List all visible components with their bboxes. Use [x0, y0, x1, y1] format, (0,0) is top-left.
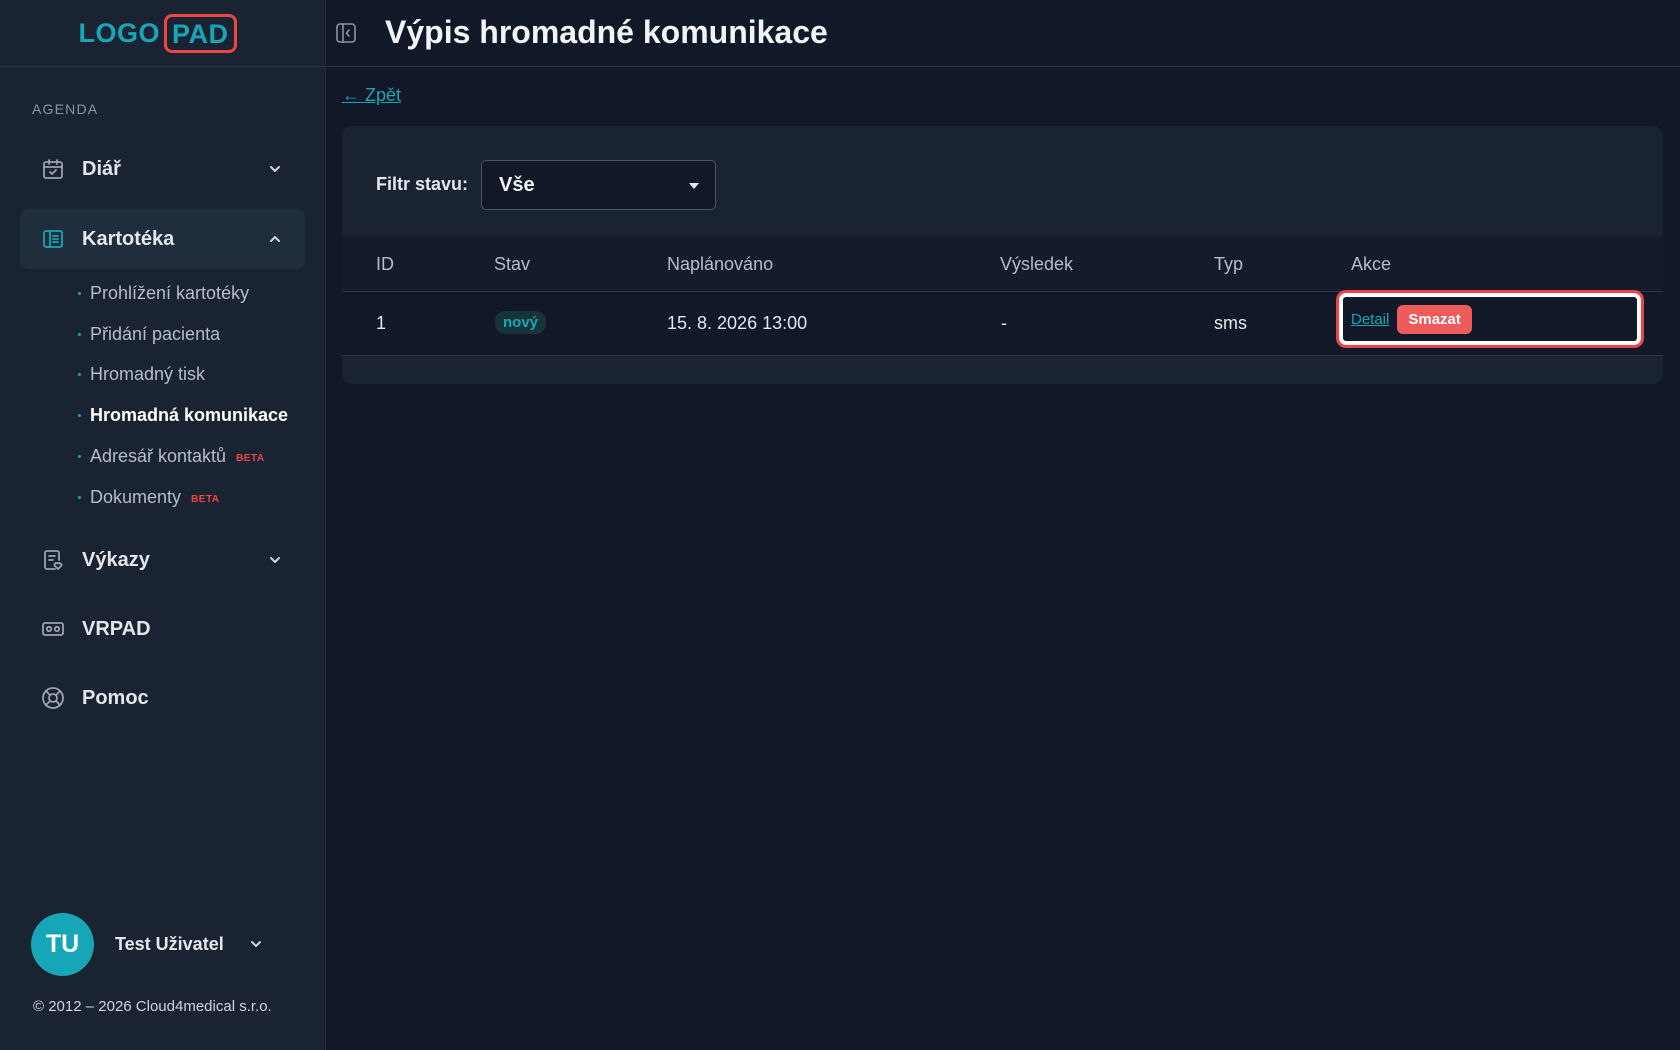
copyright: © 2012 – 2026 Cloud4medical s.r.o. — [33, 998, 272, 1015]
vr-headset-icon — [40, 616, 66, 642]
bullet-icon — [78, 332, 81, 336]
detail-link[interactable]: Detail — [1351, 311, 1389, 328]
sidebar-subitem-adresar[interactable]: Adresář kontaktů BETA — [78, 442, 265, 470]
sidebar-item-vrpad[interactable]: VRPAD — [20, 599, 305, 659]
row-actions: Detail Smazat — [1339, 293, 1641, 345]
sidebar-subitem-pridani[interactable]: Přidání pacienta — [78, 320, 220, 348]
sidebar-item-label: Výkazy — [82, 548, 150, 571]
cell-result: - — [1001, 313, 1007, 333]
bullet-icon — [78, 495, 81, 499]
bullet-icon — [78, 372, 81, 376]
cell-type: sms — [1214, 313, 1247, 333]
filter-label: Filtr stavu: — [376, 174, 469, 194]
beta-badge: BETA — [191, 493, 220, 505]
user-menu[interactable]: TU Test Uživatel — [31, 912, 286, 976]
logo-text-logo: LOGO — [78, 17, 160, 48]
sidebar-item-label: Pomoc — [82, 686, 149, 709]
sidebar-item-label: VRPAD — [82, 617, 151, 640]
cell-id: 1 — [376, 313, 387, 333]
topbar: Výpis hromadné komunikace — [327, 0, 1680, 67]
column-header-type: Typ — [1214, 254, 1244, 274]
avatar: TU — [31, 912, 94, 976]
chevron-down-icon — [267, 161, 283, 177]
status-filter-value: Vše — [499, 173, 535, 196]
back-link[interactable]: ← Zpět — [342, 85, 401, 106]
chevron-up-icon — [267, 231, 283, 247]
column-header-actions: Akce — [1351, 254, 1392, 274]
column-header-status: Stav — [494, 254, 531, 274]
column-header-id: ID — [376, 254, 394, 274]
communication-card: Filtr stavu: Vše ID Stav Naplánováno Výs… — [342, 126, 1663, 384]
status-badge: nový — [495, 311, 547, 334]
sidebar-subitem-tisk[interactable]: Hromadný tisk — [78, 360, 205, 388]
section-label-agenda: AGENDA — [32, 101, 99, 117]
book-icon — [40, 226, 66, 252]
sidebar-item-diar[interactable]: Diář — [20, 139, 305, 199]
chevron-down-icon — [248, 936, 264, 952]
sidebar-subitem-label: Dokumenty — [90, 486, 182, 507]
calendar-check-icon — [40, 156, 66, 182]
page-title: Výpis hromadné komunikace — [385, 14, 828, 50]
logo-bar: LOGO PAD — [0, 0, 325, 67]
sidebar-item-pomoc[interactable]: Pomoc — [20, 668, 305, 728]
chevron-down-icon — [267, 552, 283, 568]
sidebar-subitem-label: Adresář kontaktů — [90, 445, 227, 466]
cell-scheduled: 15. 8. 2026 13:00 — [667, 313, 808, 333]
bullet-icon — [78, 454, 81, 458]
sidebar-item-label: Kartotéka — [82, 227, 175, 250]
sidebar-item-vykazy[interactable]: Výkazy — [20, 530, 305, 590]
sidebar-subitem-label: Hromadný tisk — [90, 363, 206, 384]
report-icon — [40, 547, 66, 573]
sidebar-item-label: Diář — [82, 157, 121, 180]
status-filter-select[interactable]: Vše — [481, 160, 716, 210]
filter-row: Filtr stavu: Vše — [342, 126, 1663, 236]
sidebar-item-kartoteka[interactable]: Kartotéka — [20, 209, 305, 269]
sidebar-subitem-komunikace[interactable]: Hromadná komunikace — [78, 401, 288, 429]
delete-button[interactable]: Smazat — [1397, 304, 1472, 334]
lifebuoy-icon — [40, 685, 66, 711]
beta-badge: BETA — [236, 452, 265, 464]
sidebar-subitem-label: Prohlížení kartotéky — [90, 282, 250, 303]
sidebar-subitem-label: Hromadná komunikace — [90, 404, 289, 425]
column-header-scheduled: Naplánováno — [667, 254, 774, 274]
table-footer — [342, 356, 1663, 384]
user-name: Test Uživatel — [115, 933, 224, 954]
bullet-icon — [78, 291, 81, 295]
sidebar: LOGO PAD AGENDA Diář Kartotéka Prohlížen… — [0, 0, 326, 1050]
logo[interactable]: LOGO PAD — [78, 13, 237, 53]
table-header: ID Stav Naplánováno Výsledek Typ Akce — [342, 236, 1663, 292]
sidebar-subitem-dokumenty[interactable]: Dokumenty BETA — [78, 483, 220, 511]
caret-down-icon — [689, 183, 699, 189]
sidebar-subitem-prohlizeni[interactable]: Prohlížení kartotéky — [78, 279, 249, 307]
column-header-result: Výsledek — [1000, 254, 1074, 274]
bullet-icon — [78, 413, 81, 417]
sidebar-subitem-label: Přidání pacienta — [90, 323, 221, 344]
sidebar-collapse-icon[interactable] — [335, 22, 357, 44]
logo-text-pad: PAD — [163, 13, 237, 53]
